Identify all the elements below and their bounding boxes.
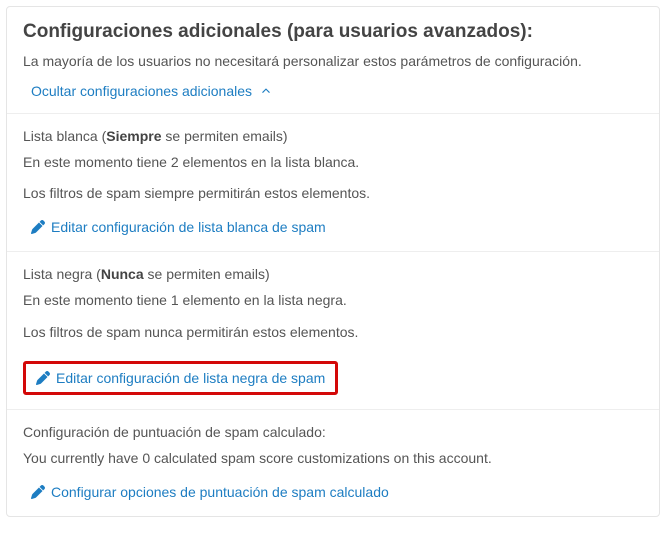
pencil-icon [31, 220, 45, 234]
whitelist-behavior-text: Los filtros de spam siempre permitirán e… [23, 183, 643, 205]
chevron-up-icon [260, 85, 272, 97]
blacklist-edit-highlight: Editar configuración de lista negra de s… [23, 361, 338, 395]
additional-settings-header: Configuraciones adicionales (para usuari… [7, 7, 659, 113]
additional-settings-title: Configuraciones adicionales (para usuari… [23, 21, 643, 43]
pencil-icon [36, 371, 50, 385]
edit-whitelist-label: Editar configuración de lista blanca de … [51, 219, 326, 235]
edit-blacklist-label: Editar configuración de lista negra de s… [56, 370, 325, 386]
whitelist-section: Lista blanca (Siempre se permiten emails… [7, 113, 659, 251]
spam-score-count-text: You currently have 0 calculated spam sco… [23, 448, 643, 470]
configure-spam-score-label: Configurar opciones de puntuación de spa… [51, 484, 389, 500]
blacklist-heading: Lista negra (Nunca se permiten emails) [23, 266, 643, 282]
blacklist-section: Lista negra (Nunca se permiten emails) E… [7, 251, 659, 409]
edit-blacklist-link[interactable]: Editar configuración de lista negra de s… [36, 370, 325, 386]
whitelist-heading: Lista blanca (Siempre se permiten emails… [23, 128, 643, 144]
additional-settings-subtitle: La mayoría de los usuarios no necesitará… [23, 51, 643, 73]
toggle-additional-settings-link[interactable]: Ocultar configuraciones adicionales [31, 83, 272, 99]
edit-whitelist-link[interactable]: Editar configuración de lista blanca de … [31, 219, 326, 235]
spam-score-heading: Configuración de puntuación de spam calc… [23, 424, 643, 440]
blacklist-behavior-text: Los filtros de spam nunca permitirán est… [23, 322, 643, 344]
configure-spam-score-link[interactable]: Configurar opciones de puntuación de spa… [31, 484, 389, 500]
spam-score-section: Configuración de puntuación de spam calc… [7, 409, 659, 516]
whitelist-count-text: En este momento tiene 2 elementos en la … [23, 152, 643, 174]
toggle-additional-settings-label: Ocultar configuraciones adicionales [31, 83, 252, 99]
blacklist-count-text: En este momento tiene 1 elemento en la l… [23, 290, 643, 312]
pencil-icon [31, 485, 45, 499]
